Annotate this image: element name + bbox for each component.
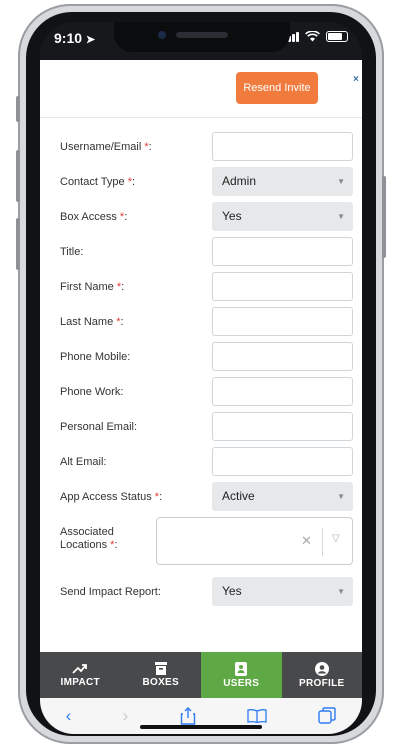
select-separator (322, 528, 323, 556)
app-access-status-select[interactable]: Active ▼ (212, 482, 353, 511)
speaker-grille (176, 32, 228, 38)
app-access-status-value: Active (222, 489, 255, 503)
chevron-down-icon[interactable]: ▽ (332, 533, 340, 544)
contact-type-value: Admin (222, 174, 257, 188)
phone-mobile-label: Phone Mobile: (60, 351, 131, 363)
tab-impact[interactable]: IMPACT (40, 652, 121, 698)
users-icon (234, 661, 247, 676)
personal-email-label: Personal Email: (60, 421, 138, 433)
first-name-input[interactable] (212, 272, 353, 301)
username-label: Username/Email *: (60, 141, 152, 153)
caret-down-icon: ▼ (337, 177, 345, 186)
contact-type-select[interactable]: Admin ▼ (212, 167, 353, 196)
tabs-icon[interactable] (318, 707, 337, 725)
phone-mobile-input[interactable] (212, 342, 353, 371)
phone-screen: 9:10 ➤ Resend Invite × Username/Email *: (40, 22, 362, 734)
bottom-tab-bar: IMPACT BOXES USERS PROFILE (40, 652, 362, 698)
volume-down-button (16, 218, 20, 270)
title-label: Title: (60, 246, 84, 258)
caret-down-icon: ▼ (337, 492, 345, 501)
phone-work-label: Phone Work: (60, 386, 124, 398)
home-indicator (140, 725, 262, 729)
phone-work-input[interactable] (212, 377, 353, 406)
tab-impact-label: IMPACT (60, 676, 100, 688)
last-name-label: Last Name *: (60, 316, 124, 328)
close-icon[interactable]: × (353, 74, 359, 85)
box-access-label: Box Access *: (60, 211, 128, 223)
caret-down-icon: ▼ (337, 212, 345, 221)
app-access-status-label: App Access Status *: (60, 491, 163, 503)
wifi-icon (305, 31, 320, 42)
send-impact-report-select[interactable]: Yes ▼ (212, 577, 353, 606)
tab-boxes-label: BOXES (142, 677, 179, 688)
tab-boxes[interactable]: BOXES (121, 652, 202, 698)
mute-switch (16, 96, 20, 122)
location-arrow-icon: ➤ (85, 34, 96, 46)
clear-icon[interactable]: ✕ (301, 533, 312, 549)
box-access-value: Yes (222, 209, 242, 223)
notch (114, 22, 290, 52)
username-input[interactable] (212, 132, 353, 161)
bookmarks-icon[interactable] (247, 709, 267, 723)
last-name-input[interactable] (212, 307, 353, 336)
contact-type-label: Contact Type *: (60, 176, 136, 188)
share-icon[interactable] (180, 707, 196, 725)
box-icon (154, 662, 167, 675)
caret-down-icon: ▼ (337, 587, 345, 596)
title-input[interactable] (212, 237, 353, 266)
edit-user-modal: Resend Invite × Username/Email *: Contac… (40, 60, 362, 652)
send-impact-report-value: Yes (222, 584, 242, 598)
power-button (382, 176, 386, 258)
forward-icon[interactable]: › (123, 706, 129, 726)
status-time: 9:10 ➤ (54, 30, 95, 46)
send-impact-report-label: Send Impact Report: (60, 586, 161, 598)
alt-email-label: Alt Email: (60, 456, 107, 468)
modal-header: Resend Invite × (40, 60, 362, 118)
box-access-select[interactable]: Yes ▼ (212, 202, 353, 231)
profile-icon (314, 661, 329, 676)
tab-profile-label: PROFILE (299, 677, 345, 689)
back-icon[interactable]: ‹ (66, 706, 72, 726)
status-indicators (284, 31, 348, 42)
battery-icon (326, 31, 348, 42)
first-name-label: First Name *: (60, 281, 125, 293)
personal-email-input[interactable] (212, 412, 353, 441)
tab-users-label: USERS (223, 677, 260, 689)
associated-locations-multiselect[interactable]: ✕ ▽ (156, 517, 353, 565)
associated-locations-label: Associated Locations *: (60, 526, 118, 551)
volume-up-button (16, 150, 20, 202)
status-time-text: 9:10 (54, 30, 83, 46)
tab-users[interactable]: USERS (201, 652, 282, 698)
trend-icon (72, 663, 88, 674)
alt-email-input[interactable] (212, 447, 353, 476)
tab-profile[interactable]: PROFILE (282, 652, 363, 698)
camera-icon (158, 31, 166, 39)
resend-invite-button[interactable]: Resend Invite (236, 72, 318, 104)
